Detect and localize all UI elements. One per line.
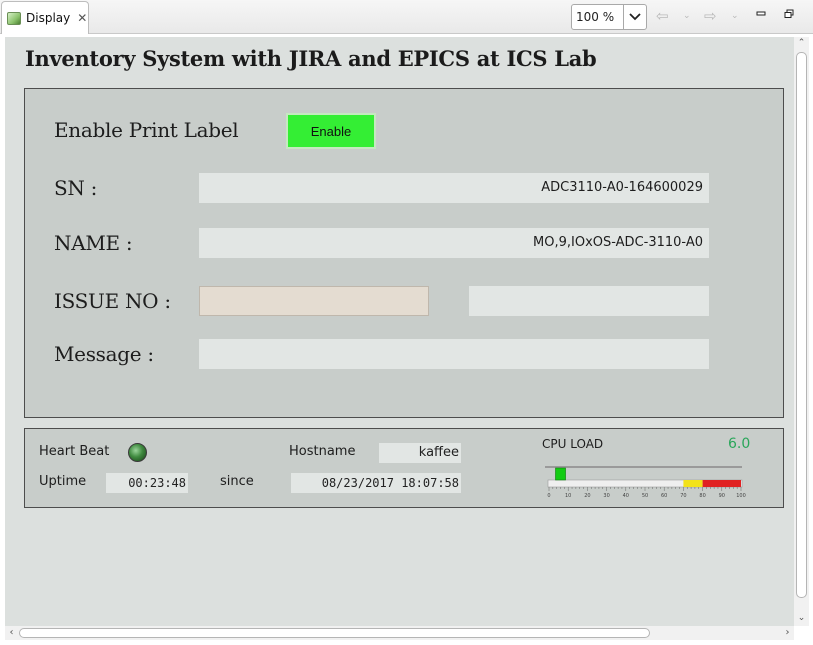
back-icon[interactable]: ⇦	[656, 8, 669, 24]
scroll-right-icon[interactable]: ›	[781, 626, 794, 640]
zoom-input[interactable]: 100 %	[572, 5, 624, 29]
issue-label: ISSUE NO :	[54, 289, 171, 313]
cpu-load-label: CPU LOAD	[542, 437, 604, 451]
vertical-scroll-thumb[interactable]	[796, 52, 807, 598]
tab-display[interactable]: Display ✕	[1, 1, 89, 34]
meter-tick-label: 40	[623, 493, 629, 498]
hostname-label: Hostname	[289, 444, 356, 459]
meter-tick-label: 100	[736, 493, 746, 498]
close-icon[interactable]: ✕	[77, 11, 87, 25]
forward-icon[interactable]: ⇨	[704, 8, 717, 24]
scroll-left-icon[interactable]: ‹	[5, 626, 18, 640]
minimize-icon[interactable]	[754, 9, 768, 23]
cpu-load-value: 6.0	[728, 436, 751, 452]
heartbeat-label: Heart Beat	[39, 444, 110, 459]
page-title: Inventory System with JIRA and EPICS at …	[25, 46, 597, 71]
uptime-label: Uptime	[39, 474, 87, 489]
back-dropdown-icon[interactable]: ⌄	[683, 9, 691, 23]
meter-tick-label: 60	[661, 493, 667, 498]
uptime-field: 00:23:48	[106, 473, 188, 493]
hostname-field: kaffee	[379, 443, 461, 463]
scroll-up-icon[interactable]: ⌃	[794, 37, 809, 50]
sn-label: SN :	[54, 176, 98, 200]
meter-tick-label: 80	[699, 493, 705, 498]
chevron-down-icon[interactable]	[624, 5, 646, 29]
meter-warning-zone	[683, 480, 703, 487]
meter-ticks	[548, 487, 742, 491]
horizontal-scroll-thumb[interactable]	[19, 628, 650, 638]
tab-title: Display	[26, 11, 71, 25]
scroll-down-icon[interactable]: ⌄	[794, 612, 809, 625]
cpu-load-meter: 0 10 20 30 40 50 60 70 80 90 100	[545, 466, 746, 498]
view-tab-bar: Display ✕ 100 % ⇦ ⌄ ⇨ ⌄	[0, 0, 813, 34]
issue-input[interactable]	[199, 286, 429, 316]
sn-field: ADC3110-A0-164600029	[199, 173, 709, 203]
meter-tick-label: 0	[547, 493, 550, 498]
meter-tick-label: 70	[680, 493, 686, 498]
zoom-combo[interactable]: 100 %	[571, 4, 647, 30]
name-field: MO,9,IOxOS-ADC-3110-A0	[199, 228, 709, 258]
heartbeat-led-icon	[128, 443, 147, 462]
meter-tick-label: 90	[719, 493, 725, 498]
name-label: NAME :	[54, 231, 133, 255]
display-icon	[7, 11, 21, 25]
horizontal-scrollbar[interactable]: ‹ ›	[5, 626, 794, 640]
forward-dropdown-icon[interactable]: ⌄	[731, 9, 739, 23]
meter-alarm-zone	[702, 480, 741, 487]
since-label: since	[220, 474, 254, 489]
issue-result-field	[469, 286, 709, 316]
since-field: 08/23/2017 18:07:58	[291, 473, 461, 493]
meter-tick-label: 50	[642, 493, 648, 498]
message-label: Message :	[54, 342, 154, 366]
meter-indicator	[555, 467, 566, 481]
vertical-scrollbar[interactable]: ⌃ ⌄	[794, 37, 809, 626]
meter-tick-label: 30	[603, 493, 609, 498]
enable-button[interactable]: Enable	[286, 113, 376, 149]
message-field	[199, 339, 709, 369]
enable-print-label: Enable Print Label	[54, 118, 239, 142]
meter-scale-labels: 0 10 20 30 40 50 60 70 80 90 100	[547, 493, 745, 498]
meter-tick-label: 20	[584, 493, 590, 498]
meter-tick-label: 10	[565, 493, 571, 498]
maximize-icon[interactable]	[782, 9, 796, 23]
